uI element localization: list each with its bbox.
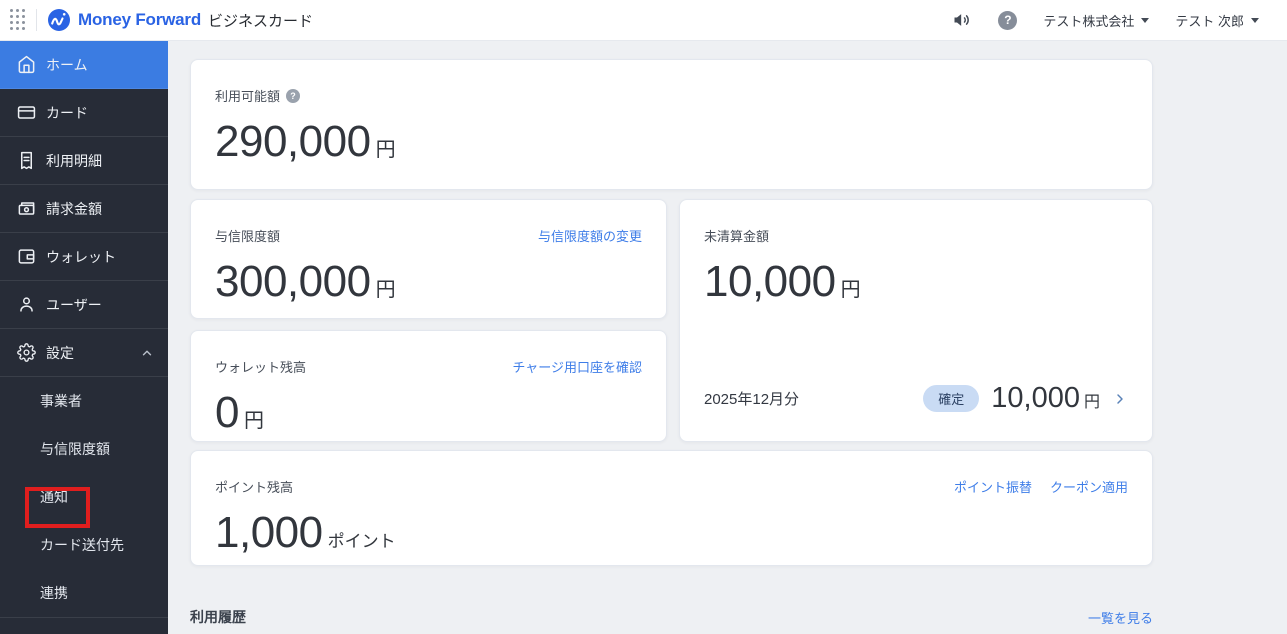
help-icon[interactable]: ? [998,10,1018,30]
user-menu[interactable]: テスト 次郎 [1175,11,1259,30]
user-menu-label: テスト 次郎 [1175,13,1244,29]
sidebar-item-label: 請求金額 [46,200,102,217]
sidebar-item-wallet[interactable]: ウォレット [0,233,168,281]
caret-down-icon [1141,17,1150,23]
sidebar-subitem-credit-limit[interactable]: 与信限度額 [0,425,168,473]
sidebar-item-settings[interactable]: 設定 [0,329,168,377]
company-menu-label: テスト株式会社 [1043,13,1135,29]
view-all-link[interactable]: 一覧を見る [1088,608,1153,627]
sidebar-subitem-label: カード送付先 [40,537,124,553]
credit-limit-card: 与信限度額 与信限度額の変更 300,000 円 [190,199,667,319]
help-icon-small[interactable]: ? [286,88,301,103]
app-root: Money Forward ビジネスカード ? テスト株式会社 テスト 次郎 ホ… [0,0,1287,634]
sidebar-item-statements[interactable]: 利用明細 [0,137,168,185]
sidebar-item-label: ホーム [46,56,88,73]
credit-limit-label: 与信限度額 [215,229,281,244]
main-content: 利用可能額 ? 290,000 円 与信限度額 与信限度額の変更 300,000… [168,41,1287,634]
credit-limit-value: 300,000 [215,257,371,306]
caret-down-icon [1251,17,1259,23]
credit-card-icon [17,106,36,119]
sidebar: ホーム カード 利用明細 請求金額 ウォレット ユーザー 設定 事業者 与信限度… [0,41,168,634]
available-amount-card: 利用可能額 ? 290,000 円 [190,59,1153,190]
points-balance-card: ポイント残高 ポイント振替 クーポン適用 1,000 ポイント [190,450,1153,566]
sidebar-subitem-card-shipping[interactable]: カード送付先 [0,521,168,569]
sidebar-subitem-business[interactable]: 事業者 [0,377,168,425]
user-icon [20,297,33,312]
wallet-balance-card: ウォレット残高 チャージ用口座を確認 0 円 [190,330,667,442]
period-amount-value: 10,000 [991,382,1080,414]
sidebar-subitem-label: 通知 [40,489,68,505]
unsettled-amount-card: 未清算金額 10,000 円 2025年12月分 確定 10,000 円 [679,199,1153,442]
sidebar-subitem-notifications[interactable]: 通知 [0,473,168,521]
usage-history-title: 利用履歴 [190,609,246,625]
header-divider [36,9,37,31]
sidebar-subitem-label: 与信限度額 [40,441,110,457]
sidebar-item-label: ユーザー [46,296,102,313]
unsettled-amount-value: 10,000 [704,257,836,306]
sidebar-subitem-label: 事業者 [40,393,82,409]
available-amount-value: 290,000 [215,117,371,166]
brand-name: Money Forward [78,10,202,29]
home-icon [18,55,35,74]
period-label: 2025年12月分 [704,391,800,408]
period-amount-unit: 円 [1083,394,1100,411]
billing-icon [18,202,35,215]
sidebar-item-label: 設定 [46,344,74,361]
sidebar-item-cards[interactable]: カード [0,89,168,137]
top-header: Money Forward ビジネスカード ? テスト株式会社 テスト 次郎 [0,0,1287,41]
app-launcher-grid-icon[interactable] [10,9,26,31]
statement-icon [20,151,33,170]
sidebar-item-billing[interactable]: 請求金額 [0,185,168,233]
unsettled-period-row[interactable]: 2025年12月分 確定 10,000 円 [704,382,1128,415]
moneyforward-logo-icon [48,9,70,31]
sidebar-subitem-label: 連携 [40,585,68,601]
gear-icon [17,343,36,362]
sidebar-item-label: ウォレット [46,248,116,265]
available-amount-label: 利用可能額 [215,89,281,104]
chevron-right-icon[interactable] [1112,391,1128,407]
points-balance-label: ポイント残高 [215,480,294,495]
brand-logo[interactable]: Money Forward ビジネスカード [47,8,313,32]
wallet-icon [18,249,35,264]
sidebar-item-home[interactable]: ホーム [0,41,168,89]
megaphone-icon[interactable] [952,10,972,30]
sidebar-item-users[interactable]: ユーザー [0,281,168,329]
status-badge: 確定 [923,385,980,412]
wallet-balance-unit: 円 [243,410,264,432]
chevron-up-icon [142,350,152,355]
company-menu[interactable]: テスト株式会社 [1043,11,1150,30]
points-balance-unit: ポイント [327,532,396,551]
charge-account-link[interactable]: チャージ用口座を確認 [512,357,642,376]
points-transfer-link[interactable]: ポイント振替 [954,477,1032,496]
sidebar-item-label: カード [46,104,88,121]
wallet-balance-label: ウォレット残高 [215,360,307,375]
points-balance-value: 1,000 [215,508,323,557]
unsettled-amount-unit: 円 [840,279,861,301]
available-amount-unit: 円 [375,139,396,161]
help-glyph: ? [1004,13,1012,27]
unsettled-amount-label: 未清算金額 [704,229,770,244]
settings-subitems: 事業者 与信限度額 通知 カード送付先 連携 [0,377,168,618]
wallet-balance-value: 0 [215,388,239,437]
sidebar-subitem-integrations[interactable]: 連携 [0,569,168,617]
coupon-apply-link[interactable]: クーポン適用 [1050,477,1128,496]
help-glyph: ? [290,90,296,101]
sidebar-item-label: 利用明細 [46,152,102,169]
credit-limit-unit: 円 [375,279,396,301]
usage-history-section: 利用履歴 一覧を見る [190,607,1153,627]
credit-limit-change-link[interactable]: 与信限度額の変更 [538,226,642,245]
product-name: ビジネスカード [208,12,314,30]
